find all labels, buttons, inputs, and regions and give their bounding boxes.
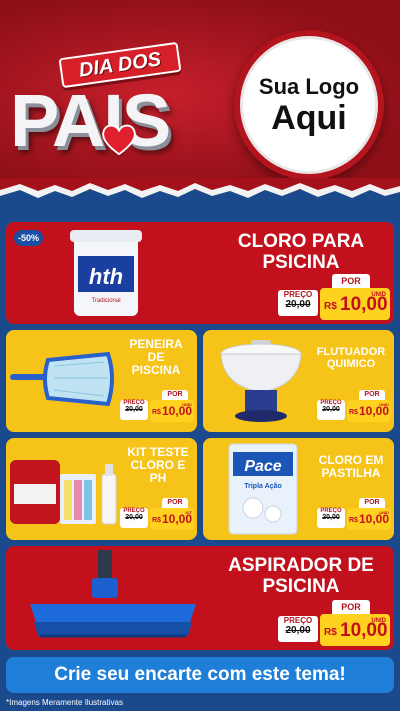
discount-badge: -50% xyxy=(14,230,44,246)
pool-vacuum-head-image xyxy=(30,550,196,638)
chlorine-bucket-image: hth Tradicional xyxy=(70,230,142,316)
currency: R$ xyxy=(324,301,337,312)
product-card-flutuador[interactable]: FLUTUADOR QUIMICO POR PREÇO 20,00 R$ 10,… xyxy=(203,330,394,432)
old-price-value: 20,00 xyxy=(285,625,311,636)
price-tag: POR PREÇO 20,00 R$ 10,00 KIT xyxy=(120,498,194,532)
new-price: R$ 10,00 UNID xyxy=(347,508,391,530)
title-line: PH xyxy=(149,471,167,486)
product-card-kit-teste[interactable]: KIT TESTE CLORO E PH POR PREÇO 20,00 R$ … xyxy=(6,438,197,540)
price-tag: POR PREÇO 20,00 R$ 10,00 UNID xyxy=(317,498,391,532)
currency: R$ xyxy=(152,517,161,524)
heart-icon xyxy=(102,124,136,156)
old-price: PREÇO 20,00 xyxy=(278,290,318,316)
old-price-value: 20,00 xyxy=(125,514,143,521)
cta-button[interactable]: Crie seu encarte com este tema! xyxy=(6,657,394,693)
new-price: R$ 10,00 UNID xyxy=(320,614,390,646)
title-line: PSICINA xyxy=(262,251,340,273)
new-price: R$ 10,00 KIT xyxy=(150,508,194,530)
unit: KIT xyxy=(185,510,192,515)
title-line: CLORO PARA xyxy=(237,231,365,252)
header-banner: DIA DOS PAIS Sua Logo Aqui xyxy=(0,0,400,190)
por-label: POR xyxy=(359,498,385,508)
title-line: FLUTUADOR xyxy=(316,346,386,358)
product-title: PENEIRA DE PISCINA xyxy=(120,337,192,378)
pack-brand: Pace xyxy=(244,458,281,475)
footnote: *Imagens Meramente Ilustrativas xyxy=(6,698,123,707)
por-label: POR xyxy=(162,390,188,400)
old-price-value: 20,00 xyxy=(322,514,340,521)
pack-subtitle: Tripla Ação xyxy=(244,483,281,490)
preco-label: PREÇO xyxy=(283,290,313,299)
unit: UNID xyxy=(379,510,389,515)
logo-line2: Aqui xyxy=(271,99,347,137)
currency: R$ xyxy=(349,517,358,524)
old-price: PREÇO 20,00 xyxy=(317,508,345,528)
product-title: CLORO EM PASTILHA xyxy=(313,453,389,481)
por-label: POR xyxy=(162,498,188,508)
bucket-label: Tradicional xyxy=(91,298,120,304)
unit: UNID xyxy=(371,618,386,624)
logo-line1: Sua Logo xyxy=(258,74,360,99)
por-label: POR xyxy=(332,600,370,614)
title-line: PISCINA xyxy=(131,363,181,378)
old-price-value: 20,00 xyxy=(125,406,143,413)
title-line: ASPIRADOR DE xyxy=(228,555,374,576)
chlorine-tablet-pack-image: Pace Tripla Ação xyxy=(228,443,298,535)
old-price: PREÇO 20,00 xyxy=(120,400,148,420)
por-label: POR xyxy=(332,274,370,288)
product-card-aspirador[interactable]: ASPIRADOR DE PSICINA POR PREÇO 20,00 R$ … xyxy=(6,546,394,650)
new-price: R$ 10,00 UNID xyxy=(150,400,194,422)
new-price: R$ 10,00 UNID xyxy=(347,400,391,422)
currency: R$ xyxy=(349,409,358,416)
title-line: PSICINA xyxy=(262,575,340,597)
product-card-peneira[interactable]: PENEIRA DE PISCINA POR PREÇO 20,00 R$ 10… xyxy=(6,330,197,432)
old-price: PREÇO 20,00 xyxy=(317,400,345,420)
unit: UNID xyxy=(182,402,192,407)
new-price: R$ 10,00 UNID xyxy=(320,288,390,320)
price-tag: POR PREÇO 20,00 R$ 10,00 UNID xyxy=(278,600,390,646)
chemical-floater-image xyxy=(220,340,302,422)
unit: UNID xyxy=(371,292,386,298)
old-price: PREÇO 20,00 xyxy=(278,616,318,642)
product-title: ASPIRADOR DE PSICINA xyxy=(216,555,386,598)
currency: R$ xyxy=(324,627,337,638)
old-price-value: 20,00 xyxy=(285,299,311,310)
old-price: PREÇO 20,00 xyxy=(120,508,148,528)
price-tag: POR PREÇO 20,00 R$ 10,00 UNID xyxy=(278,274,390,320)
brand-line1: DIA DOS xyxy=(77,47,163,82)
title-line: QUIMICO xyxy=(326,358,376,371)
product-title: KIT TESTE CLORO E PH xyxy=(122,445,194,486)
pool-skimmer-image xyxy=(10,351,114,407)
dia-dos-pais-brand: DIA DOS PAIS xyxy=(10,30,220,180)
por-label: POR xyxy=(359,390,385,400)
currency: R$ xyxy=(152,409,161,416)
logo-placeholder[interactable]: Sua Logo Aqui xyxy=(234,30,384,180)
product-card-cloro[interactable]: -50% hth Tradicional CLORO PARA PSICINA … xyxy=(6,222,394,324)
product-title: FLUTUADOR QUIMICO xyxy=(313,346,389,370)
test-kit-image xyxy=(10,460,117,525)
price-tag: POR PREÇO 20,00 R$ 10,00 UNID xyxy=(120,390,194,424)
bucket-brand: hth xyxy=(89,264,123,289)
product-title: CLORO PARA PSICINA xyxy=(216,231,386,274)
preco-label: PREÇO xyxy=(283,616,313,625)
old-price-value: 20,00 xyxy=(322,406,340,413)
unit: UNID xyxy=(379,402,389,407)
price-tag: POR PREÇO 20,00 R$ 10,00 UNID xyxy=(317,390,391,424)
torn-paper-divider xyxy=(0,178,400,198)
title-line: PASTILHA xyxy=(321,466,381,481)
product-card-cloro-pastilha[interactable]: Pace Tripla Ação CLORO EM PASTILHA POR P… xyxy=(203,438,394,540)
